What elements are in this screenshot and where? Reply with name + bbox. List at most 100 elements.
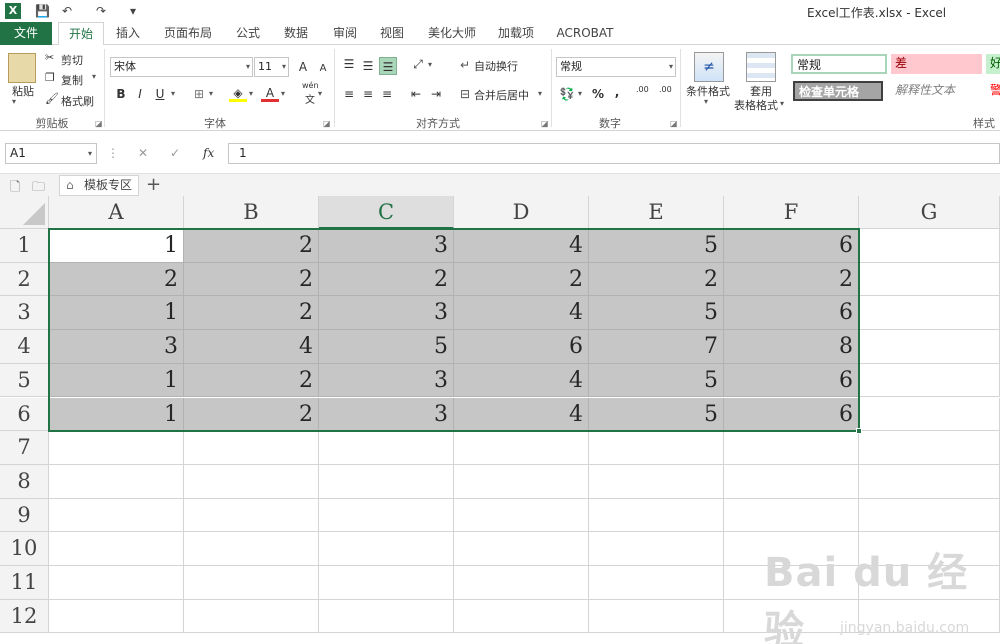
tab-insert[interactable]: 插入 — [108, 22, 148, 45]
cell-d10[interactable] — [454, 532, 589, 566]
copy-dropdown-icon[interactable]: ▾ — [92, 72, 96, 81]
borders-icon[interactable]: ⊞ — [190, 85, 208, 103]
cell-a6[interactable]: 1 — [49, 397, 184, 432]
cell-c9[interactable] — [319, 498, 454, 533]
tab-data[interactable]: 数据 — [276, 22, 316, 45]
save-icon[interactable]: 💾 — [35, 3, 50, 19]
tab-acrobat[interactable]: ACROBAT — [552, 22, 618, 45]
style-explanatory[interactable]: 解释性文本 — [891, 81, 982, 101]
font-size-combo[interactable]: 11 ▾ — [254, 57, 289, 77]
cell-d7[interactable] — [454, 431, 589, 465]
cell-g2[interactable] — [859, 262, 1000, 297]
cell-f6[interactable]: 6 — [724, 397, 859, 432]
enter-icon[interactable]: ✓ — [170, 143, 180, 164]
tab-addins[interactable]: 加载项 — [492, 22, 540, 45]
table-format-dropdown-icon[interactable]: ▾ — [780, 99, 784, 108]
style-good[interactable]: 好 — [986, 54, 1000, 74]
name-box[interactable]: A1 ▾ — [5, 143, 97, 164]
comma-button[interactable]: , — [608, 83, 626, 101]
fill-handle[interactable] — [856, 428, 862, 435]
conditional-format-dropdown-icon[interactable]: ▾ — [704, 97, 708, 106]
tab-file[interactable]: 文件 — [0, 22, 52, 45]
column-header-g[interactable]: G — [859, 196, 1000, 229]
increase-indent-icon[interactable]: ⇥ — [427, 85, 445, 103]
cell-f4[interactable]: 8 — [724, 330, 859, 364]
cell-g6[interactable] — [859, 397, 1000, 432]
merge-center-button[interactable]: 合并后居中 — [474, 87, 529, 103]
cell-g3[interactable] — [859, 296, 1000, 331]
cell-e8[interactable] — [589, 464, 724, 499]
cell-a7[interactable] — [49, 431, 184, 465]
cell-c8[interactable] — [319, 464, 454, 499]
style-normal[interactable]: 常规 — [791, 54, 887, 74]
cell-b6[interactable]: 2 — [184, 397, 319, 432]
cell-b8[interactable] — [184, 464, 319, 499]
cell-c7[interactable] — [319, 431, 454, 465]
row-header-1[interactable]: 1 — [0, 229, 49, 263]
row-header-9[interactable]: 9 — [0, 498, 49, 533]
row-header-3[interactable]: 3 — [0, 296, 49, 331]
cell-a3[interactable]: 1 — [49, 296, 184, 331]
cell-b1[interactable]: 2 — [184, 229, 319, 263]
row-header-7[interactable]: 7 — [0, 431, 49, 465]
cell-b5[interactable]: 2 — [184, 363, 319, 398]
cell-e10[interactable] — [589, 532, 724, 566]
shrink-font-icon[interactable]: A — [314, 60, 332, 78]
cell-d2[interactable]: 2 — [454, 262, 589, 297]
align-center-icon[interactable]: ≡ — [359, 85, 377, 103]
tab-home[interactable]: 开始 — [58, 22, 104, 46]
underline-dropdown-icon[interactable]: ▾ — [171, 89, 175, 98]
cell-c11[interactable] — [319, 566, 454, 600]
cell-e9[interactable] — [589, 498, 724, 533]
borders-dropdown-icon[interactable]: ▾ — [209, 89, 213, 98]
percent-button[interactable]: % — [589, 85, 607, 103]
cell-b7[interactable] — [184, 431, 319, 465]
formula-input[interactable]: 1 — [228, 143, 1000, 164]
fill-color-icon[interactable]: ◈ — [229, 84, 247, 102]
tab-review[interactable]: 审阅 — [325, 22, 365, 45]
cell-b12[interactable] — [184, 599, 319, 634]
currency-icon[interactable]: 💱 — [558, 85, 576, 103]
style-warning[interactable]: 警 — [988, 81, 1000, 101]
wrap-text-button[interactable]: 自动换行 — [474, 58, 518, 74]
cell-c3[interactable]: 3 — [319, 296, 454, 331]
cell-e4[interactable]: 7 — [589, 330, 724, 364]
number-format-combo[interactable]: 常规 ▾ — [556, 57, 676, 77]
cell-e7[interactable] — [589, 431, 724, 465]
cell-e2[interactable]: 2 — [589, 262, 724, 297]
align-middle-icon[interactable]: ☰ — [359, 57, 377, 75]
decrease-decimal-button[interactable]: .00 — [659, 85, 672, 94]
phonetic-guide-icon[interactable]: wén — [302, 81, 319, 90]
orientation-dropdown-icon[interactable]: ▾ — [428, 60, 432, 69]
increase-decimal-button[interactable]: .00 — [636, 85, 649, 94]
fill-color-dropdown-icon[interactable]: ▾ — [249, 89, 253, 98]
column-header-b[interactable]: B — [184, 196, 319, 229]
cancel-icon[interactable]: ✕ — [138, 143, 148, 164]
cell-c5[interactable]: 3 — [319, 363, 454, 398]
cell-b11[interactable] — [184, 566, 319, 600]
cell-d6[interactable]: 4 — [454, 397, 589, 432]
align-left-icon[interactable]: ≡ — [340, 85, 358, 103]
cell-b4[interactable]: 4 — [184, 330, 319, 364]
cell-d11[interactable] — [454, 566, 589, 600]
redo-icon[interactable]: ↷ — [96, 3, 106, 19]
bold-button[interactable]: B — [112, 85, 130, 103]
style-bad[interactable]: 差 — [891, 54, 982, 74]
cell-g9[interactable] — [859, 498, 1000, 533]
row-header-5[interactable]: 5 — [0, 363, 49, 398]
cell-d8[interactable] — [454, 464, 589, 499]
cell-f2[interactable]: 2 — [724, 262, 859, 297]
merge-dropdown-icon[interactable]: ▾ — [538, 89, 542, 98]
cell-e5[interactable]: 5 — [589, 363, 724, 398]
underline-button[interactable]: U — [151, 85, 169, 103]
cell-g7[interactable] — [859, 431, 1000, 465]
cell-f8[interactable] — [724, 464, 859, 499]
column-header-e[interactable]: E — [589, 196, 724, 229]
cell-c4[interactable]: 5 — [319, 330, 454, 364]
cell-g5[interactable] — [859, 363, 1000, 398]
cell-a12[interactable] — [49, 599, 184, 634]
column-header-d[interactable]: D — [454, 196, 589, 229]
cell-d4[interactable]: 6 — [454, 330, 589, 364]
cell-f1[interactable]: 6 — [724, 229, 859, 263]
row-header-8[interactable]: 8 — [0, 464, 49, 499]
